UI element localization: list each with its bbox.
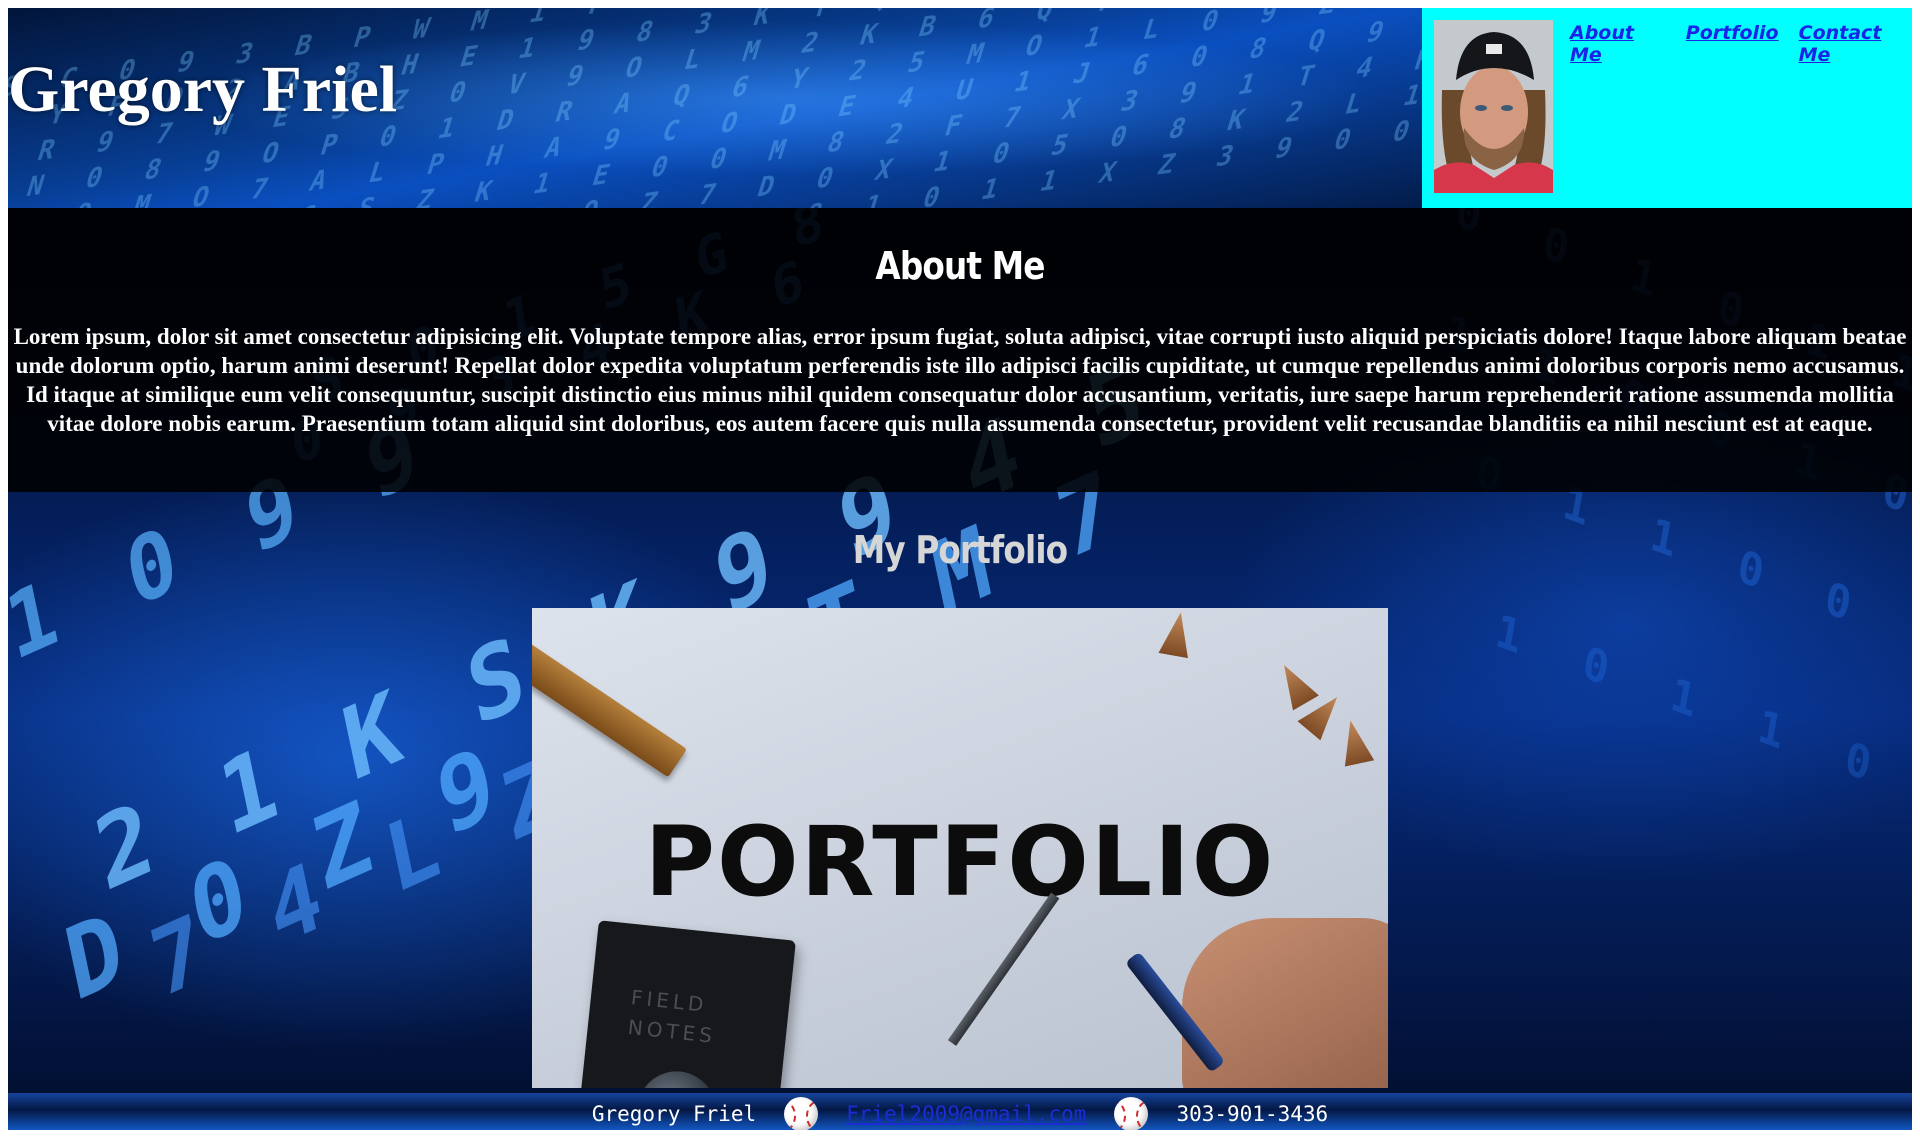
nav-portfolio[interactable]: Portfolio: [1686, 22, 1779, 66]
about-section: About Me Lorem ipsum, dolor sit amet con…: [8, 208, 1912, 492]
main-nav: About Me Portfolio Contact Me: [1570, 22, 1912, 66]
nav-contact-me[interactable]: Contact Me: [1799, 22, 1912, 66]
header-banner: S C 0 9 3 B P W M 1 F 8 0 7 2 K Z Q 5 D …: [8, 8, 1422, 208]
site-title: Gregory Friel: [8, 53, 398, 126]
portfolio-heading: My Portfolio: [852, 528, 1068, 572]
baseball-icon: [1114, 1097, 1149, 1130]
nav-panel: About Me Portfolio Contact Me: [1422, 8, 1912, 208]
footer-name: Gregory Friel: [591, 1102, 757, 1126]
footer-email-link[interactable]: Friel2009@gmail.com: [846, 1102, 1086, 1126]
pencil-shaving-graphic: [1336, 717, 1374, 766]
notebook-graphic: FIELD NOTES: [578, 920, 796, 1088]
baseball-icon: [784, 1097, 819, 1130]
page: S 0 1 5 G 8 0 9 3 4 K 6 1 0 9 9 2 1 K S …: [8, 8, 1912, 1130]
portfolio-image[interactable]: PORTFOLIO FIELD NOTES: [532, 608, 1388, 1088]
pencil-shaving-graphic: [1271, 657, 1319, 710]
footer-phone: 303-901-3436: [1176, 1102, 1329, 1126]
pencil-shaving-graphic: [1158, 610, 1195, 659]
about-text: Lorem ipsum, dolor sit amet consectetur …: [13, 324, 1907, 436]
nav-about-me[interactable]: About Me: [1570, 22, 1666, 66]
profile-photo-art: [1434, 20, 1553, 193]
moon-graphic: [633, 1067, 720, 1088]
profile-photo: [1434, 20, 1553, 193]
site-footer: Gregory Friel Friel2009@gmail.com 303-90…: [8, 1093, 1912, 1130]
about-heading: About Me: [875, 244, 1045, 288]
portfolio-image-text: PORTFOLIO: [644, 806, 1276, 918]
notebook-label: FIELD NOTES: [626, 985, 718, 1048]
ruler-graphic: [532, 642, 688, 778]
site-header: S C 0 9 3 B P W M 1 F 8 0 7 2 K Z Q 5 D …: [8, 8, 1912, 208]
